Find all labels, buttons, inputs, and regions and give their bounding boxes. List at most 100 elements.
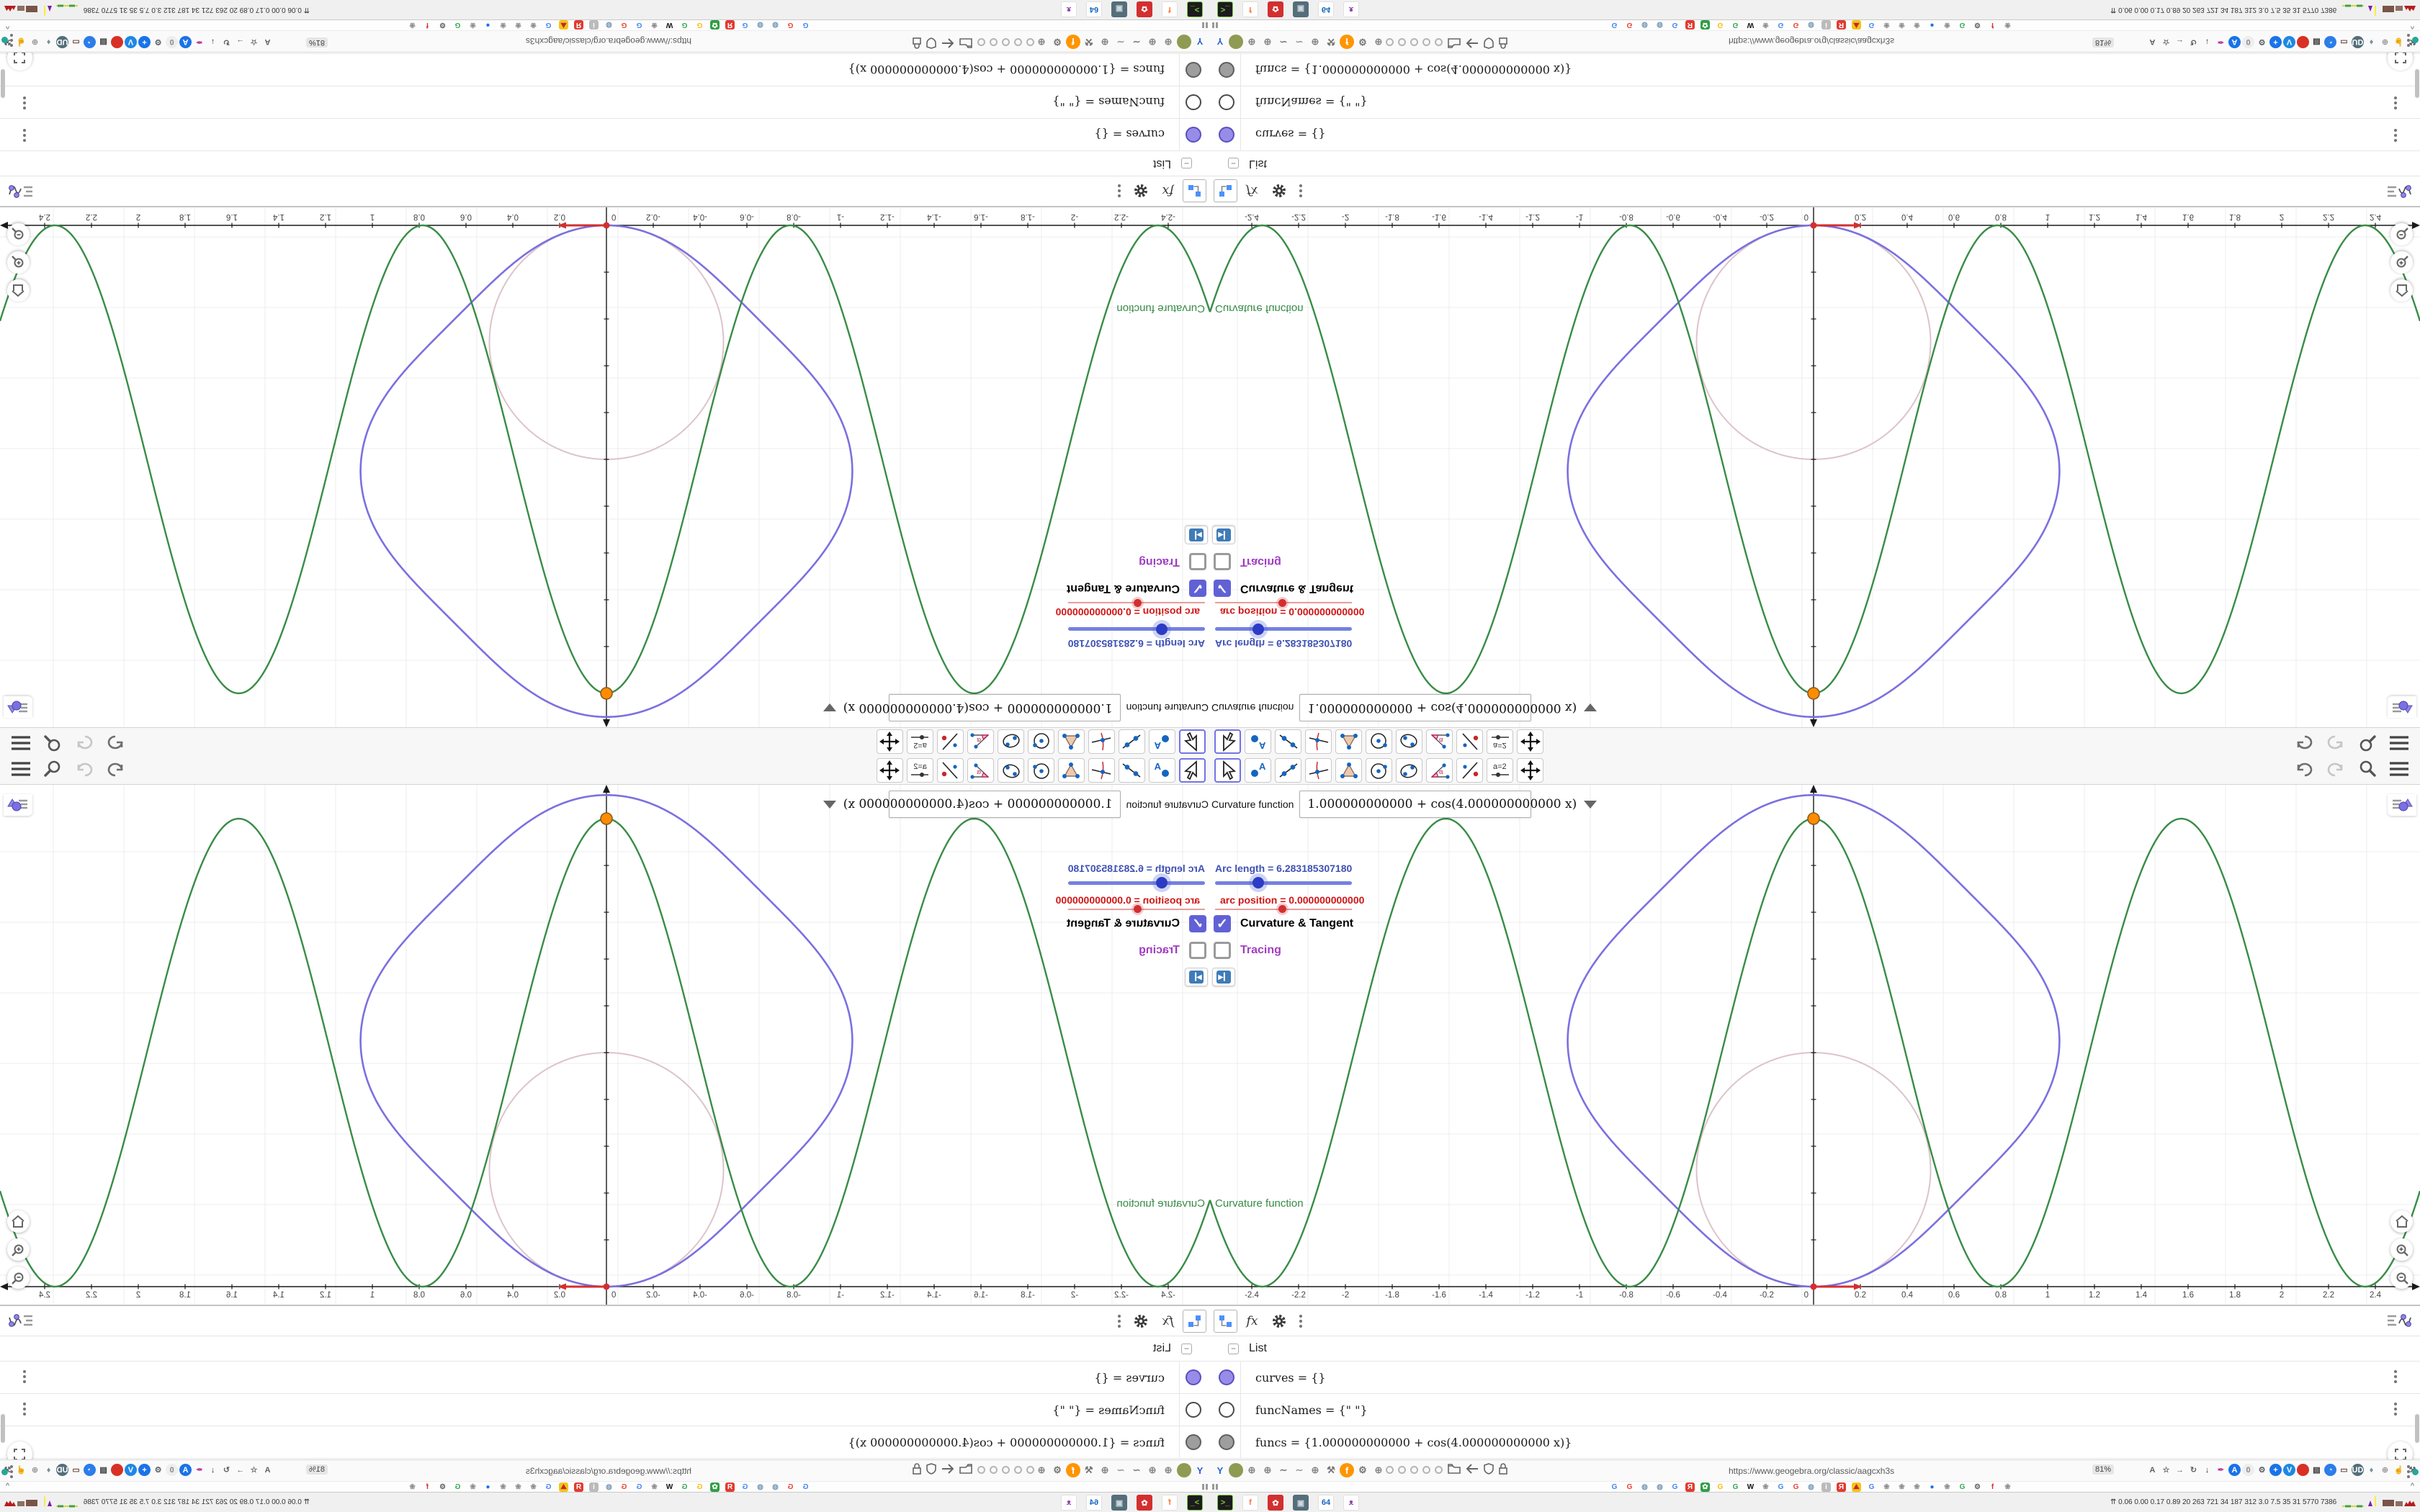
stylebar-more-icon[interactable] (1299, 1314, 1302, 1328)
fx-format-button[interactable]: fx (1156, 180, 1180, 203)
extension-icon[interactable]: + (2269, 1464, 2282, 1476)
bookmark-favicon[interactable]: ⚙ (438, 20, 447, 30)
bookmark-favicon[interactable]: f (1988, 1482, 1997, 1492)
bookmark-favicon[interactable]: W (1746, 1482, 1755, 1492)
visibility-marble[interactable] (1186, 1434, 1201, 1450)
extension-icon[interactable]: A (179, 1464, 192, 1476)
extension-icon[interactable]: ☆ (248, 1464, 260, 1476)
algebra-row[interactable]: funcNames = {" "} (0, 86, 1210, 118)
arc-length-knob[interactable] (1156, 877, 1168, 888)
bookmark-favicon[interactable]: ⚙ (1973, 1482, 1982, 1492)
extension-icon[interactable] (2297, 36, 2309, 48)
extension-icon[interactable]: → (234, 36, 246, 48)
lock-icon[interactable] (913, 37, 921, 49)
row-options-icon[interactable] (2394, 129, 2397, 142)
extension-icon[interactable]: A (261, 1464, 274, 1476)
extension-icon[interactable]: → (2174, 36, 2186, 48)
extension-icon[interactable]: ✒ (193, 36, 205, 48)
curvature-function-input[interactable]: 1.000000000000 + cos(4.000000000000 x) (1299, 694, 1597, 721)
extension-icon[interactable]: → (234, 1464, 246, 1476)
folder-icon[interactable] (959, 37, 972, 49)
extension-icon[interactable]: ▭ (2338, 36, 2350, 48)
extension-icon[interactable] (2297, 1464, 2309, 1476)
dropdown-arrow-icon[interactable] (823, 703, 836, 712)
bookmark-favicon[interactable]: G (619, 20, 629, 30)
taskbar-app[interactable]: ✿ (1268, 1, 1283, 17)
extension-icon[interactable]: A (2228, 36, 2241, 48)
curvature-tangent-checkbox[interactable]: ✓ (1214, 580, 1231, 597)
bookmark-favicon[interactable]: G (740, 20, 750, 30)
undo-icon[interactable] (105, 759, 127, 779)
bookmark-favicon[interactable]: ◍ (604, 20, 614, 30)
extension-icon[interactable]: ⚙ (1355, 35, 1370, 49)
bookmarks-overflow-icon[interactable]: ^ (2411, 22, 2414, 30)
tool-perpendicular-button[interactable] (1305, 729, 1332, 754)
bookmark-favicon[interactable]: G (544, 20, 553, 30)
extension-icon[interactable]: ↻ (2187, 36, 2200, 48)
extension-icon[interactable]: ⚙ (1355, 1463, 1370, 1477)
bookmark-favicon[interactable]: ⛰ (559, 20, 568, 30)
extension-icon[interactable]: ↻ (2187, 1464, 2200, 1476)
taskbar-app[interactable]: >_ (1187, 1, 1203, 17)
bookmark-favicon[interactable]: ◍ (1655, 1482, 1664, 1492)
zoom-out-button[interactable] (7, 1266, 30, 1289)
extension-icon[interactable]: ☝ (2393, 1464, 2405, 1476)
taskbar-app[interactable]: >_ (1217, 1495, 1233, 1511)
bookmark-favicon[interactable]: ◍ (756, 1482, 765, 1492)
extension-icon[interactable]: A (2228, 1464, 2241, 1476)
play-step-button[interactable]: ▶▎ (1185, 968, 1208, 986)
arc-length-slider[interactable] (1215, 624, 1352, 635)
extension-icon[interactable]: ⊕ (1260, 35, 1275, 49)
extension-icon[interactable]: ⊕ (1145, 1463, 1160, 1477)
tool-polygon-button[interactable] (1335, 729, 1362, 754)
extension-icon[interactable]: ▭ (2338, 1464, 2350, 1476)
row-options-icon[interactable] (23, 129, 26, 142)
bookmarks-overflow-icon[interactable]: ^ (6, 1482, 9, 1490)
extension-icon[interactable]: ⚙ (2256, 1464, 2268, 1476)
extension-icon[interactable]: Y (1193, 1463, 1207, 1477)
arc-position-knob[interactable] (1134, 599, 1142, 607)
bookmark-favicon[interactable]: i (1821, 20, 1831, 30)
curvature-function-input[interactable]: 1.000000000000 + cos(4.000000000000 x) (823, 791, 1121, 818)
arc-position-slider[interactable] (1215, 905, 1352, 913)
tool-circle-button[interactable] (1028, 729, 1054, 754)
extension-icon[interactable]: + (2269, 36, 2282, 48)
tool-polygon-button[interactable] (1058, 729, 1085, 754)
bookmark-favicon[interactable]: ❀ (1761, 20, 1770, 30)
tool-line-button[interactable] (1119, 758, 1145, 783)
visibility-marble[interactable] (1186, 62, 1201, 78)
graphics-stylebar-toggle[interactable] (4, 794, 32, 816)
bookmark-favicon[interactable]: ❀ (514, 1482, 523, 1492)
tool-line-button[interactable] (1119, 729, 1145, 754)
tool-perpendicular-button[interactable] (1088, 729, 1115, 754)
bookmark-favicon[interactable]: G (801, 1482, 810, 1492)
extension-icon[interactable]: ⊕ (1098, 1463, 1112, 1477)
extension-icon[interactable]: ✒ (193, 1464, 205, 1476)
fx-format-button[interactable]: fx (1240, 1310, 1264, 1333)
algebra-scrollbar[interactable] (2415, 69, 2419, 98)
tool-angle-button[interactable]: α (967, 729, 994, 754)
taskbar-app[interactable]: >_ (1217, 1, 1233, 17)
bookmark-favicon[interactable]: ◍ (1640, 20, 1649, 30)
bookmark-favicon[interactable]: ❀ (1882, 1482, 1891, 1492)
zoom-in-button[interactable] (2390, 1238, 2413, 1261)
extension-icon[interactable]: ☆ (2160, 36, 2172, 48)
extension-icon[interactable]: UD (2352, 36, 2364, 48)
extension-icon[interactable]: f (1066, 35, 1080, 49)
bookmark-favicon[interactable]: G (695, 20, 704, 30)
bookmark-favicon[interactable]: ❀ (529, 20, 538, 30)
bookmark-favicon[interactable]: ❀ (1942, 20, 1952, 30)
extension-icon[interactable]: ∼ (1129, 35, 1144, 49)
taskbar-app[interactable]: ᴥ (1343, 1, 1359, 17)
bookmark-favicon[interactable]: G (786, 1482, 795, 1492)
sort-by-type-button[interactable] (1214, 179, 1237, 203)
extension-icon[interactable]: V (2283, 1464, 2295, 1476)
bookmark-favicon[interactable]: ⚙ (438, 1482, 447, 1492)
extension-icon[interactable]: Y (1213, 1463, 1227, 1477)
bookmark-favicon[interactable]: W (1746, 20, 1755, 30)
graphics-stylebar-toggle[interactable] (2388, 794, 2416, 816)
extension-icon[interactable]: 0 (2242, 36, 2254, 48)
extension-icon[interactable]: ✒ (2215, 1464, 2227, 1476)
stylebar-more-icon[interactable] (1299, 184, 1302, 198)
extension-icon[interactable]: ↓ (207, 36, 219, 48)
